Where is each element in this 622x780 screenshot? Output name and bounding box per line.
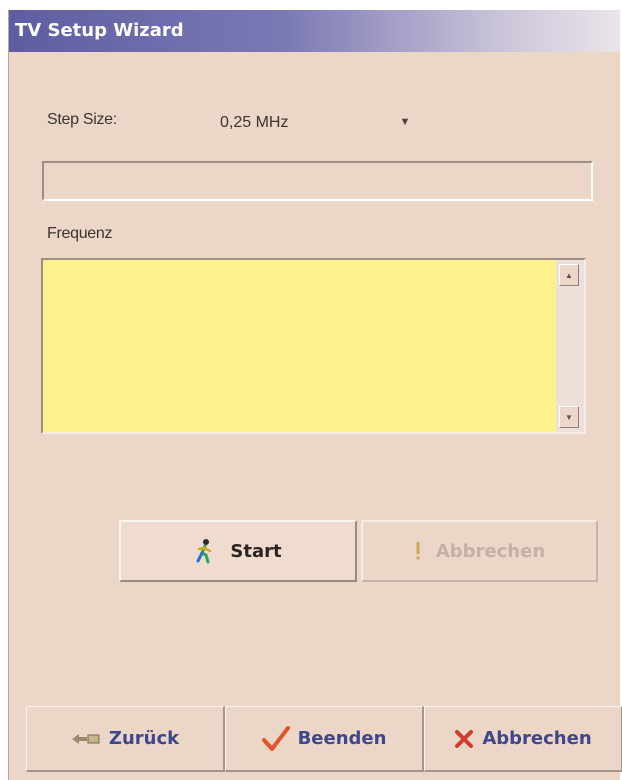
- scroll-down-icon[interactable]: ▼: [559, 406, 579, 428]
- finish-button[interactable]: Beenden: [225, 706, 424, 772]
- cancel-button[interactable]: Abbrechen: [424, 706, 622, 772]
- back-arrow-icon: [71, 731, 101, 747]
- frequency-list[interactable]: ▲ ▼: [41, 258, 586, 434]
- frequency-list-content: [43, 260, 556, 432]
- title-bar: TV Setup Wizard: [9, 10, 620, 52]
- scroll-up-icon[interactable]: ▲: [559, 264, 579, 286]
- running-man-icon: [194, 538, 216, 564]
- finish-label: Beenden: [297, 728, 387, 749]
- step-size-value: 0,25 MHz: [220, 114, 289, 131]
- frequency-label: Frequenz: [47, 225, 113, 242]
- abort-scan-label: Abbrechen: [435, 540, 546, 562]
- start-label: Start: [230, 540, 282, 562]
- checkmark-icon: [261, 725, 290, 752]
- red-x-icon: [454, 729, 474, 749]
- status-field: [42, 161, 593, 201]
- abort-scan-button[interactable]: Abbrechen: [361, 520, 598, 582]
- exclamation-icon: [414, 541, 422, 561]
- back-button[interactable]: Zurück: [26, 706, 225, 772]
- step-size-dropdown[interactable]: 0,25 MHz ▼: [209, 102, 419, 144]
- wizard-window: TV Setup Wizard Step Size: 0,25 MHz ▼ Fr…: [8, 10, 622, 780]
- chevron-down-icon[interactable]: ▼: [394, 106, 416, 138]
- window-title: TV Setup Wizard: [15, 20, 184, 41]
- cancel-label: Abbrechen: [482, 728, 592, 749]
- back-label: Zurück: [108, 728, 180, 749]
- start-button[interactable]: Start: [119, 520, 357, 582]
- step-size-label: Step Size:: [47, 111, 117, 128]
- vertical-scrollbar[interactable]: ▲ ▼: [556, 260, 584, 432]
